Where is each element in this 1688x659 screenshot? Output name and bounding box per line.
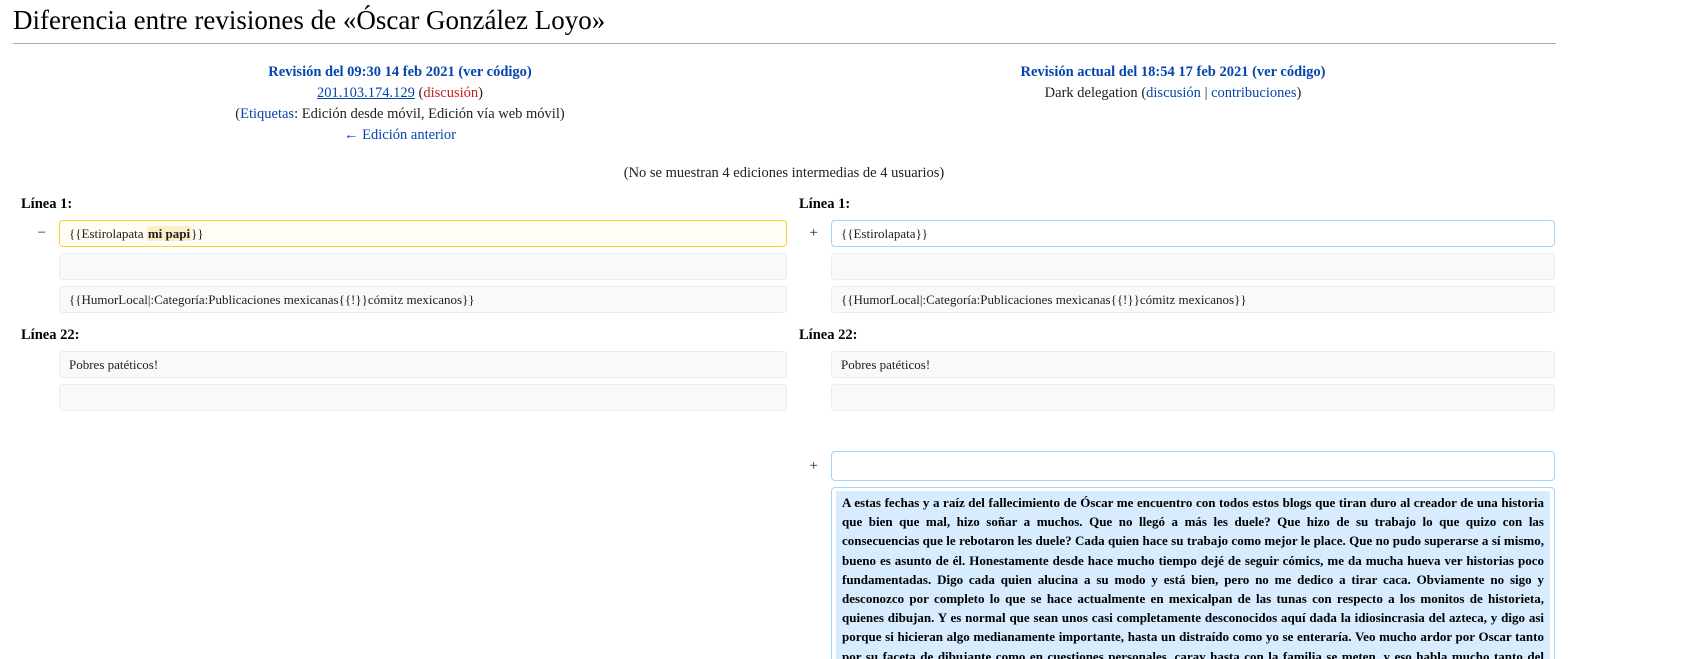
- deleted-highlight: mi papi: [146, 226, 192, 241]
- context-line-empty: [59, 253, 787, 280]
- old-revision-title: Revisión del 09:30 14 feb 2021 (ver códi…: [13, 62, 787, 83]
- old-revision-view-source-link[interactable]: (ver código): [458, 64, 531, 80]
- new-revision-username: Dark delegation: [1044, 85, 1138, 101]
- pipe-separator: |: [1200, 85, 1212, 101]
- paren: ): [1296, 85, 1302, 101]
- old-revision-link[interactable]: Revisión del 09:30 14 feb 2021: [268, 64, 454, 80]
- old-revision-user-link[interactable]: 201.103.174.129: [317, 85, 415, 101]
- new-revision-header: Revisión actual del 18:54 17 feb 2021 (v…: [791, 62, 1555, 104]
- new-revision-talk-link[interactable]: discusión: [1146, 85, 1201, 101]
- added-marker: +: [809, 225, 818, 241]
- context-line-empty: [59, 384, 787, 411]
- tags-text: Edición desde móvil, Edición vía web móv…: [301, 106, 560, 122]
- old-revision-talk-link[interactable]: discusión: [423, 85, 478, 101]
- context-line: {{HumorLocal|:Categoría:Publicaciones me…: [59, 286, 787, 313]
- page-content: Diferencia entre revisiones de «Óscar Go…: [13, 0, 1556, 659]
- new-revision-user-line: Dark delegation (discusión | contribucio…: [791, 83, 1555, 104]
- intermediate-revisions-note: (No se muestran 4 ediciones intermedias …: [623, 165, 945, 181]
- added-paragraph-highlight: A estas fechas y a raíz del fallecimient…: [836, 491, 1550, 659]
- deleted-line-text: }}: [191, 226, 204, 241]
- previous-edit-link[interactable]: ← Edición anterior: [344, 127, 456, 143]
- paren: ): [478, 85, 483, 101]
- context-line-empty: [831, 253, 1555, 280]
- old-revision-tags-line: (Etiquetas: Edición desde móvil, Edición…: [13, 104, 787, 125]
- context-line: Pobres patéticos!: [59, 351, 787, 378]
- previous-edit-line: ← Edición anterior: [13, 125, 787, 146]
- page-title: Diferencia entre revisiones de «Óscar Go…: [13, 0, 1556, 44]
- old-revision-header: Revisión del 09:30 14 feb 2021 (ver códi…: [13, 62, 787, 146]
- new-revision-contribs-link[interactable]: contribuciones: [1211, 85, 1296, 101]
- added-line-empty: [831, 451, 1555, 481]
- deleted-line: {{Estirolapata mi papi}}: [59, 220, 787, 247]
- line-number-heading-left: Línea 1:: [21, 196, 73, 212]
- line-number-heading-left: Línea 22:: [21, 327, 80, 343]
- context-line-empty: [831, 384, 1555, 411]
- new-revision-link[interactable]: Revisión actual del 18:54 17 feb 2021: [1020, 64, 1248, 80]
- old-revision-user-line: 201.103.174.129 (discusión): [13, 83, 787, 104]
- line-number-heading-right: Línea 1:: [799, 196, 851, 212]
- deleted-line-text: {{Estirolapata: [69, 226, 147, 241]
- added-marker: +: [809, 457, 818, 474]
- context-line: {{HumorLocal|:Categoría:Publicaciones me…: [831, 286, 1555, 313]
- new-revision-title: Revisión actual del 18:54 17 feb 2021 (v…: [791, 62, 1555, 83]
- diff-table: Revisión del 09:30 14 feb 2021 (ver códi…: [13, 44, 1555, 659]
- paren: ): [559, 106, 565, 122]
- context-line: Pobres patéticos!: [831, 351, 1555, 378]
- new-revision-view-source-link[interactable]: (ver código): [1252, 64, 1325, 80]
- colon: :: [294, 106, 302, 122]
- added-line: {{Estirolapata}}: [831, 220, 1555, 247]
- added-paragraph-line: A estas fechas y a raíz del fallecimient…: [831, 487, 1555, 659]
- deleted-marker: −: [37, 225, 46, 241]
- line-number-heading-right: Línea 22:: [799, 327, 858, 343]
- tags-link[interactable]: Etiquetas: [240, 106, 294, 122]
